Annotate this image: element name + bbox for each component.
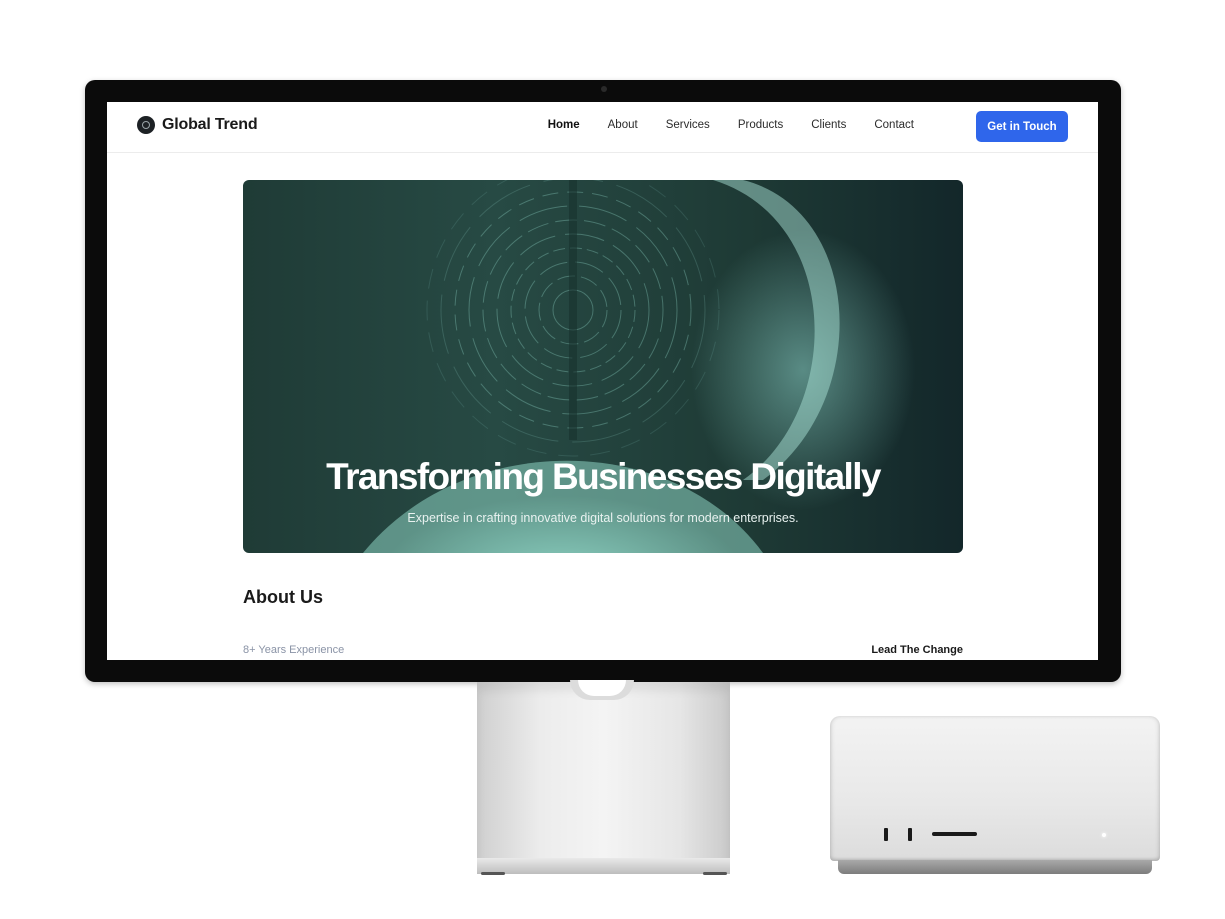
- tagline-label: Lead The Change: [871, 644, 963, 656]
- stand-foot: [481, 872, 505, 875]
- brand[interactable]: Global Trend: [137, 116, 258, 134]
- hero-banner: Transforming Businesses Digitally Expert…: [243, 180, 963, 553]
- hero-subtitle: Expertise in crafting innovative digital…: [407, 511, 799, 525]
- nav-item-about[interactable]: About: [608, 119, 638, 131]
- experience-label: 8+ Years Experience: [243, 644, 345, 656]
- nav-item-clients[interactable]: Clients: [811, 119, 846, 131]
- nav-item-home[interactable]: Home: [548, 119, 580, 131]
- website-screen: Global Trend Home About Services Product…: [107, 102, 1098, 660]
- globe-logo-icon: [137, 116, 155, 134]
- sd-card-slot-icon: [932, 832, 977, 836]
- nav-item-contact[interactable]: Contact: [874, 119, 914, 131]
- nav-item-products[interactable]: Products: [738, 119, 783, 131]
- camera-icon: [601, 86, 607, 92]
- stand-hinge: [570, 680, 634, 700]
- monitor-stand: [477, 682, 730, 872]
- get-in-touch-button[interactable]: Get in Touch: [976, 111, 1068, 142]
- about-heading: About Us: [243, 587, 323, 607]
- mac-studio-computer: [830, 716, 1160, 861]
- nav-item-services[interactable]: Services: [666, 119, 710, 131]
- usb-c-port-icon: [884, 828, 888, 841]
- stand-foot: [703, 872, 727, 875]
- stand-base: [477, 858, 730, 874]
- hero-title: Transforming Businesses Digitally: [326, 456, 881, 497]
- brand-name: Global Trend: [162, 116, 258, 133]
- nav-menu: Home About Services Products Clients Con…: [520, 119, 914, 131]
- navbar: Global Trend Home About Services Product…: [107, 102, 1098, 153]
- mac-studio-base: [838, 860, 1152, 874]
- power-led-icon: [1102, 833, 1106, 837]
- usb-c-port-icon: [908, 828, 912, 841]
- studio-display: Global Trend Home About Services Product…: [85, 80, 1121, 682]
